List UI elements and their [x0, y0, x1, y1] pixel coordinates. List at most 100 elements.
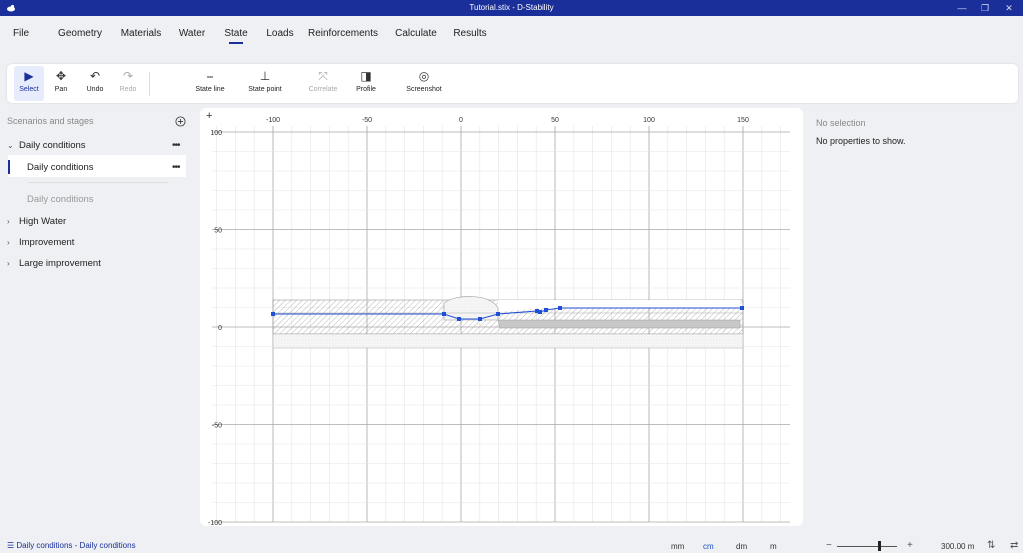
x-tick-label: -50: [362, 117, 372, 124]
pan-tool-label: Pan: [54, 86, 68, 93]
scenario-daily-conditions[interactable]: ⌄ Daily conditions: [7, 140, 86, 151]
chevron-down-icon: ⌄: [7, 141, 14, 150]
pan-tool-button[interactable]: ✥ Pan: [46, 66, 76, 101]
properties-panel: No selection No properties to show.: [807, 108, 1023, 538]
breadcrumb-text: Daily conditions - Daily conditions: [16, 541, 136, 550]
zoom-slider-thumb[interactable]: [878, 541, 881, 551]
chevron-right-icon: ›: [7, 259, 10, 268]
restore-button[interactable]: ❐: [978, 2, 992, 14]
scenario-improvement[interactable]: › Improvement: [7, 237, 74, 248]
correlate-icon: ⤧: [318, 69, 328, 83]
scenario-label: Daily conditions: [19, 140, 86, 151]
correlate-button[interactable]: ⤧ Correlate: [303, 66, 343, 101]
list-icon: ☰: [7, 541, 15, 550]
stage-faded-label: Daily conditions: [27, 194, 94, 205]
redo-icon: ↷: [122, 69, 134, 83]
select-tool-button[interactable]: ▶ Select: [14, 66, 44, 101]
stage-daily-conditions[interactable]: Daily conditions: [27, 162, 94, 173]
ribbon-divider: [149, 72, 150, 96]
state-line-button[interactable]: ⎯ State line: [190, 66, 230, 101]
state-point[interactable]: [442, 312, 446, 316]
zoom-slider-track[interactable]: [837, 546, 897, 547]
state-point[interactable]: [538, 310, 542, 314]
undo-button[interactable]: ↶ Undo: [78, 66, 112, 101]
select-tool-label: Select: [19, 86, 39, 93]
state-point[interactable]: [544, 308, 548, 312]
stage-divider: [28, 182, 168, 183]
swap-icon[interactable]: ⇄: [1010, 540, 1018, 551]
zoom-out-button[interactable]: −: [826, 540, 832, 551]
profile-button[interactable]: ◨ Profile: [349, 66, 383, 101]
scenario-label: Large improvement: [19, 258, 101, 269]
zoom-value: 300.00 m: [941, 542, 975, 551]
stage-label: Daily conditions: [27, 162, 94, 173]
state-point-label: State point: [248, 86, 282, 93]
y-axis-ticks: 100 50 0 -50 -100: [208, 130, 222, 526]
menu-results[interactable]: Results: [453, 28, 486, 39]
menu-geometry[interactable]: Geometry: [58, 28, 102, 39]
close-button[interactable]: ✕: [1002, 2, 1016, 14]
redo-label: Redo: [119, 86, 137, 93]
origin-plus-icon: +: [206, 110, 212, 122]
properties-title: No selection: [816, 118, 866, 128]
state-point[interactable]: [478, 317, 482, 321]
soil-layer-clay[interactable]: [497, 319, 741, 329]
state-point[interactable]: [496, 312, 500, 316]
scenario-more-button[interactable]: •••: [172, 140, 180, 151]
scenario-label: Improvement: [19, 237, 75, 248]
state-point[interactable]: [558, 306, 562, 310]
zoom-in-button[interactable]: +: [907, 540, 913, 551]
x-tick-label: 50: [551, 117, 559, 124]
active-menu-indicator: [229, 42, 243, 44]
state-point[interactable]: [271, 312, 275, 316]
state-point[interactable]: [457, 317, 461, 321]
undo-icon: ↶: [89, 69, 101, 83]
sort-icon[interactable]: ⇅: [987, 540, 995, 551]
stage-more-button[interactable]: •••: [172, 162, 180, 173]
x-tick-label: 0: [459, 117, 463, 124]
title-bar: Tutorial.stix - D-Stability — ❐ ✕: [0, 0, 1023, 16]
state-line-icon: ⎯: [206, 69, 213, 83]
geometry-canvas[interactable]: -100 -50 0 50 100 150 100 50 0 -50 -100 +: [200, 108, 803, 526]
menu-loads[interactable]: Loads: [266, 28, 293, 39]
add-scenario-icon[interactable]: [175, 116, 186, 127]
status-bar: ☰ Daily conditions - Daily conditions mm…: [0, 539, 1023, 553]
camera-icon: ◎: [418, 69, 430, 83]
y-tick-label: 0: [218, 325, 222, 332]
y-tick-label: 50: [214, 228, 222, 235]
minimize-button[interactable]: —: [955, 2, 969, 14]
chevron-right-icon: ›: [7, 217, 10, 226]
correlate-label: Correlate: [308, 86, 338, 93]
ribbon-toolbar: ▶ Select ✥ Pan ↶ Undo ↷ Redo ⎯ State lin…: [7, 64, 1018, 103]
scenarios-panel: Scenarios and stages ⌄ Daily conditions •…: [0, 108, 195, 538]
menu-calculate[interactable]: Calculate: [395, 28, 437, 39]
menu-file[interactable]: File: [13, 28, 29, 39]
screenshot-button[interactable]: ◎ Screenshot: [400, 66, 448, 101]
screenshot-label: Screenshot: [406, 86, 442, 93]
cursor-arrow-icon: ▶: [24, 69, 34, 83]
state-point[interactable]: [740, 306, 744, 310]
x-tick-label: -100: [266, 117, 280, 124]
menu-bar: File Geometry Materials Water State Load…: [0, 16, 1023, 64]
scenario-high-water[interactable]: › High Water: [7, 216, 66, 227]
status-breadcrumb[interactable]: ☰ Daily conditions - Daily conditions: [7, 541, 136, 550]
unit-mm[interactable]: mm: [671, 542, 684, 551]
pan-arrows-icon: ✥: [55, 69, 67, 83]
canvas-drawing: -100 -50 0 50 100 150 100 50 0 -50 -100 +: [206, 110, 790, 526]
state-line-label: State line: [195, 86, 225, 93]
unit-cm[interactable]: cm: [703, 542, 714, 551]
redo-button[interactable]: ↷ Redo: [112, 66, 144, 101]
profile-icon: ◨: [360, 69, 372, 83]
unit-m[interactable]: m: [770, 542, 777, 551]
menu-materials[interactable]: Materials: [121, 28, 162, 39]
properties-message: No properties to show.: [816, 136, 906, 146]
menu-state[interactable]: State: [224, 28, 247, 39]
state-point-button[interactable]: ⊥ State point: [240, 66, 290, 101]
y-tick-label: -100: [208, 520, 222, 526]
menu-water[interactable]: Water: [179, 28, 205, 39]
window-title: Tutorial.stix - D-Stability: [469, 3, 554, 12]
menu-reinforcements[interactable]: Reinforcements: [308, 28, 378, 39]
scenario-large-improvement[interactable]: › Large improvement: [7, 258, 101, 269]
soil-layer-sand[interactable]: [272, 333, 744, 349]
unit-dm[interactable]: dm: [736, 542, 747, 551]
